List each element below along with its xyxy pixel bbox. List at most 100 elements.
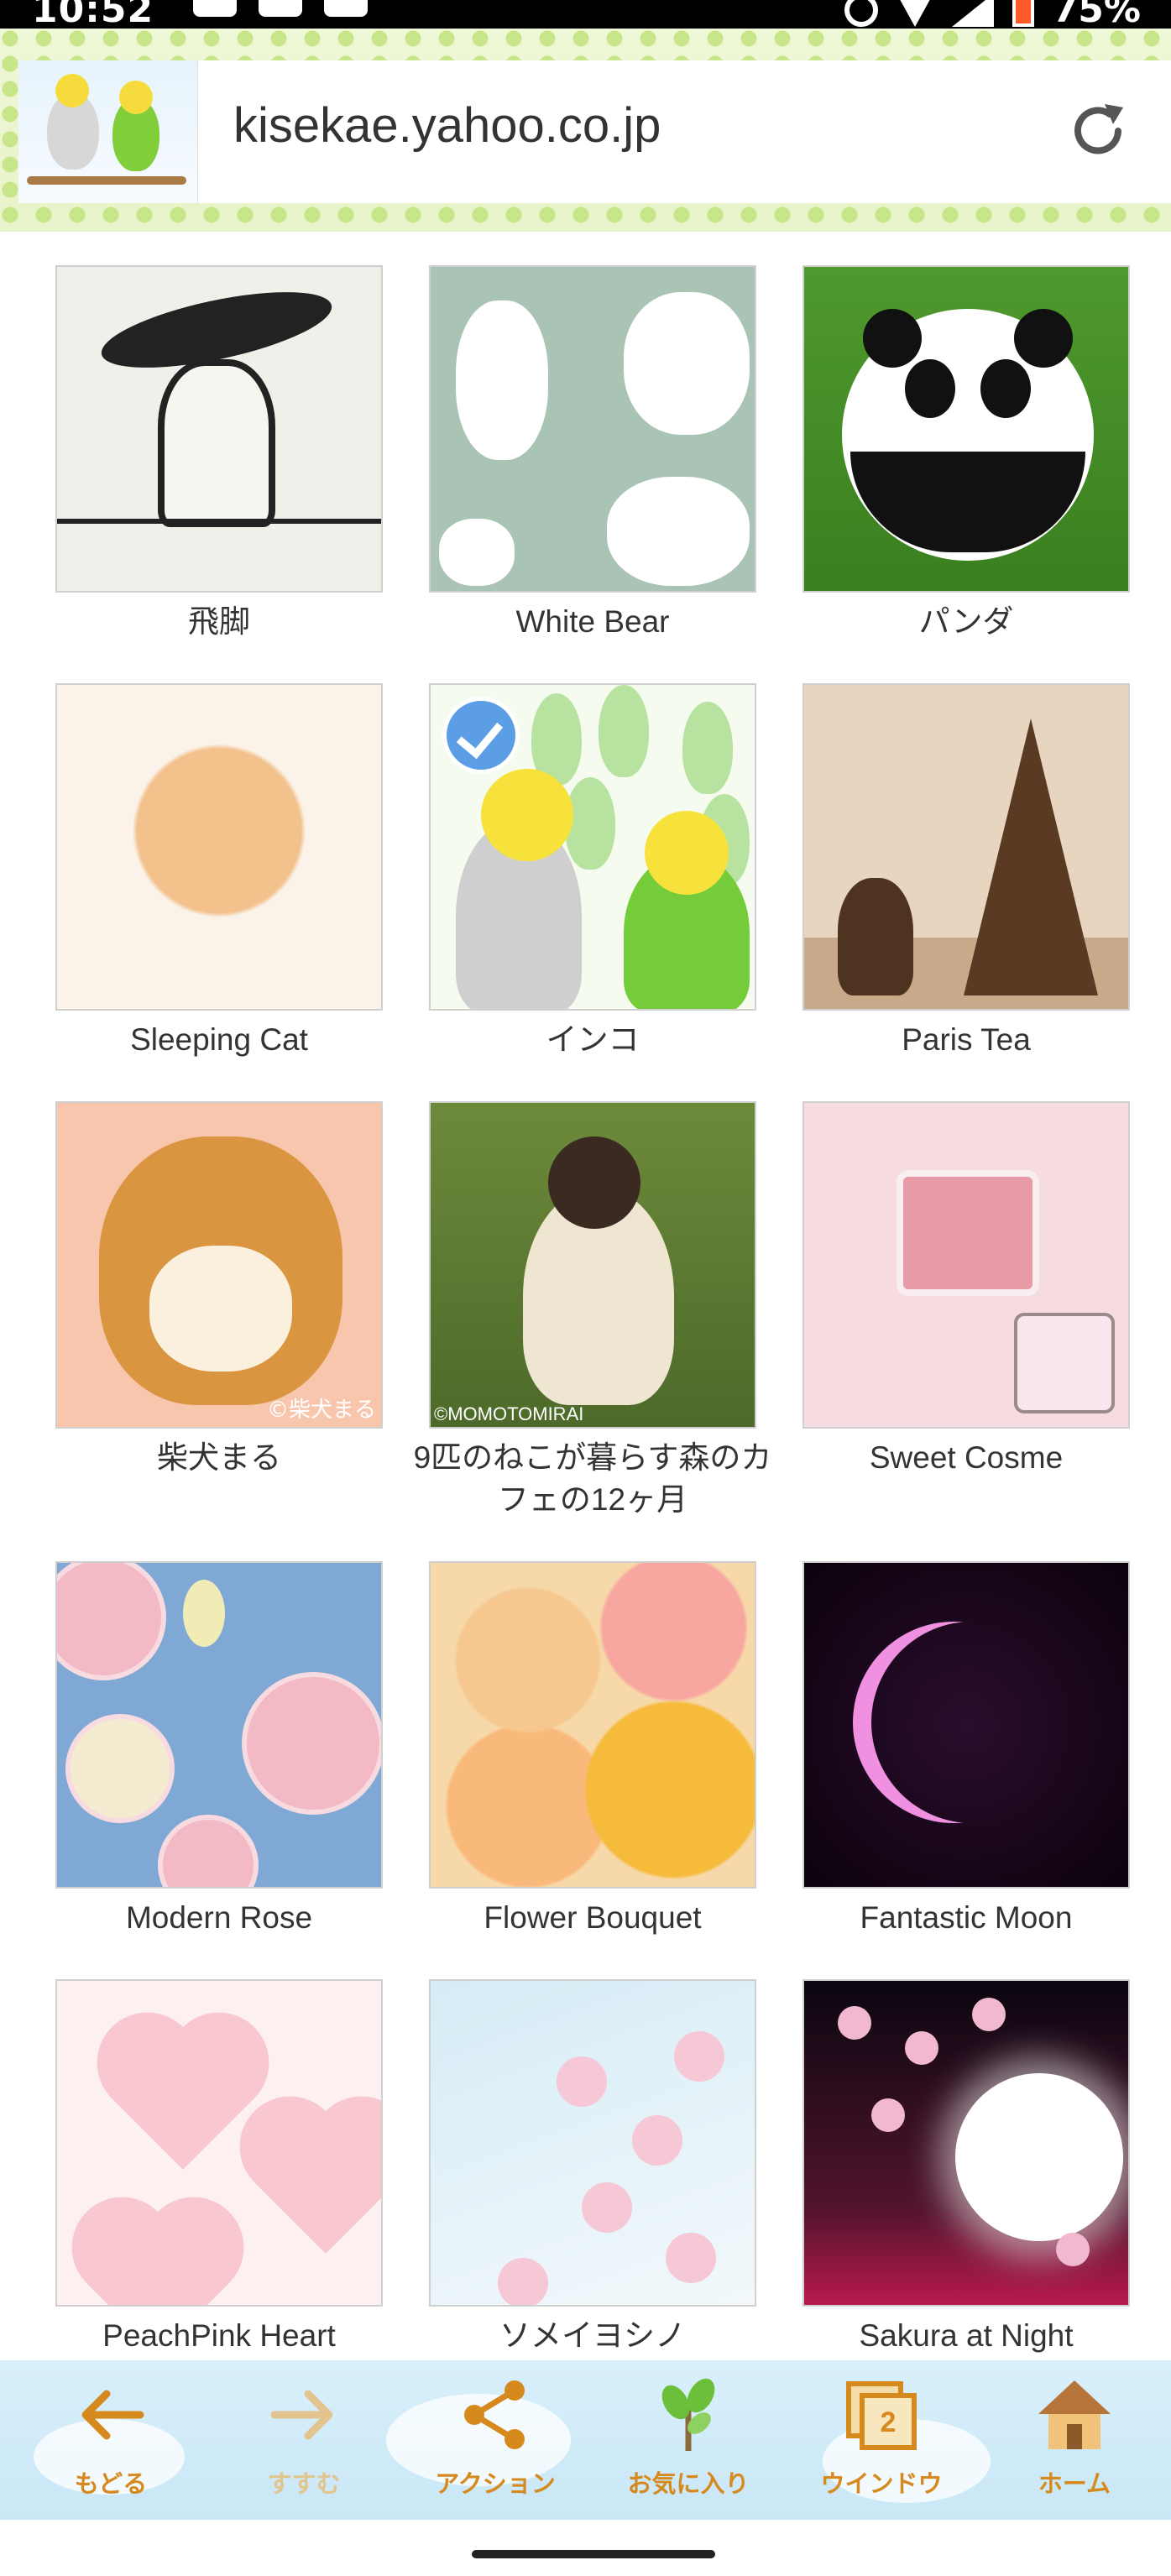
status-time: 10:52 <box>32 0 154 31</box>
theme-name[interactable]: Modern Rose <box>30 1897 408 1939</box>
theme-name[interactable]: Sweet Cosme <box>777 1437 1155 1479</box>
full-moon-shape <box>955 2073 1123 2241</box>
back-button[interactable]: もどる <box>27 2372 195 2515</box>
theme-thumbnail[interactable] <box>802 265 1130 593</box>
share-icon <box>464 2380 525 2449</box>
home-button[interactable]: ホーム <box>991 2372 1158 2515</box>
theme-name[interactable]: Flower Bouquet <box>404 1897 782 1939</box>
budgie-icon <box>112 81 159 171</box>
ground-line <box>57 519 381 591</box>
theme-name[interactable]: 9匹のねこが暮らす森のカフェの12ヶ月 <box>404 1437 782 1521</box>
blossom-shape <box>905 2031 938 2065</box>
address-bar-area: kisekae.yahoo.co.jp <box>0 29 1171 232</box>
runner-shape <box>158 359 275 527</box>
panda-eye <box>905 359 955 418</box>
budgie-head <box>645 811 729 895</box>
window-icon: 2 <box>846 2381 917 2450</box>
blossom-shape <box>871 2098 905 2132</box>
home-gesture-handle[interactable] <box>472 2550 715 2558</box>
theme-name[interactable]: Sleeping Cat <box>30 1019 408 1061</box>
theme-thumbnail[interactable] <box>55 683 383 1011</box>
window-button[interactable]: 2 ウインドウ <box>797 2372 965 2515</box>
panda-body <box>850 452 1085 552</box>
copyright-text: ©MOMOTOMIRAI <box>434 1403 584 1424</box>
theme-thumbnail[interactable] <box>802 1561 1130 1889</box>
heart-shape <box>254 2111 381 2254</box>
bear-shape <box>607 477 750 586</box>
theme-thumbnail[interactable] <box>802 683 1130 1011</box>
theme-name[interactable]: 飛脚 <box>30 601 408 643</box>
theme-thumbnail[interactable] <box>802 1101 1130 1429</box>
notification-icons <box>193 0 368 17</box>
rose-shape <box>158 1815 259 1887</box>
heart-shape <box>112 2027 254 2170</box>
action-button[interactable]: アクション <box>411 2372 579 2515</box>
blossom-shape <box>582 2182 632 2233</box>
panda-eye <box>980 359 1031 418</box>
copyright-text: ©柴犬まる <box>266 1398 376 1423</box>
theme-name[interactable]: 柴犬まる <box>30 1437 408 1479</box>
dog-muzzle <box>149 1246 292 1372</box>
forward-button[interactable]: すすむ <box>220 2372 388 2515</box>
theme-name[interactable]: インコ <box>404 1019 782 1061</box>
selected-check-icon <box>442 697 520 774</box>
bear-shape <box>624 292 750 435</box>
reload-icon[interactable] <box>1066 99 1130 163</box>
cat-head <box>548 1136 640 1229</box>
favorites-label: お気に入り <box>627 2469 750 2498</box>
branch-icon <box>27 176 186 185</box>
bear-shape <box>456 300 548 460</box>
theme-thumbnail[interactable] <box>429 1979 756 2307</box>
blossom-shape <box>838 2006 871 2040</box>
theme-thumbnail[interactable] <box>802 1979 1130 2307</box>
cockatiel-icon <box>47 74 99 170</box>
theme-thumbnail[interactable] <box>429 265 756 593</box>
theme-name[interactable]: ソメイヨシノ <box>404 2315 782 2357</box>
blossom-shape <box>1056 2233 1090 2266</box>
rose-shape <box>65 1714 175 1823</box>
rose-shape <box>57 1563 166 1680</box>
theme-name[interactable]: Fantastic Moon <box>777 1897 1155 1939</box>
theme-thumbnail[interactable] <box>55 1979 383 2307</box>
theme-thumbnail[interactable] <box>429 683 756 1011</box>
message-icon <box>324 0 368 17</box>
mail-icon <box>259 0 302 17</box>
favorites-button[interactable]: お気に入り <box>604 2372 772 2515</box>
blossom-shape <box>557 2056 607 2107</box>
forward-arrow-icon <box>270 2390 333 2440</box>
blossom-shape <box>498 2258 548 2305</box>
site-favicon[interactable] <box>18 60 198 203</box>
window-count: 2 <box>881 2406 897 2438</box>
rose-shape <box>242 1672 381 1815</box>
blossom-shape <box>674 2031 724 2082</box>
back-arrow-icon <box>81 2390 144 2440</box>
alarm-icon <box>844 0 878 27</box>
sprout-icon <box>661 2378 715 2451</box>
leaf-shape <box>599 685 649 777</box>
system-nav-bar <box>0 2520 1171 2576</box>
instagram-icon <box>193 0 237 17</box>
cockatiel-head <box>481 769 573 861</box>
bear-shape <box>439 519 515 586</box>
battery-icon <box>1012 0 1034 27</box>
battery-level: 75% <box>1052 0 1141 31</box>
theme-name[interactable]: Paris Tea <box>777 1019 1155 1061</box>
theme-name[interactable]: パンダ <box>777 601 1155 643</box>
theme-name[interactable]: White Bear <box>404 601 782 643</box>
url-text[interactable]: kisekae.yahoo.co.jp <box>233 97 661 154</box>
wifi-icon <box>896 0 933 27</box>
panda-ear <box>1014 309 1073 368</box>
blossom-shape <box>666 2233 716 2283</box>
theme-name[interactable]: Sakura at Night <box>777 2315 1155 2357</box>
theme-thumbnail[interactable] <box>429 1561 756 1889</box>
theme-thumbnail[interactable] <box>55 265 383 593</box>
palette-shape <box>897 1170 1039 1296</box>
theme-thumbnail[interactable] <box>55 1561 383 1889</box>
home-icon <box>1038 2380 1111 2449</box>
back-label: もどる <box>74 2469 148 2498</box>
cat-silhouette <box>838 878 913 995</box>
theme-thumbnail[interactable]: ©柴犬まる <box>55 1101 383 1429</box>
theme-name[interactable]: PeachPink Heart <box>30 2315 408 2357</box>
theme-thumbnail[interactable]: ©MOMOTOMIRAI <box>429 1101 756 1429</box>
screen: 10:52 75% kisekae.yahoo.co.jp 飛脚 White B… <box>0 0 1171 2576</box>
